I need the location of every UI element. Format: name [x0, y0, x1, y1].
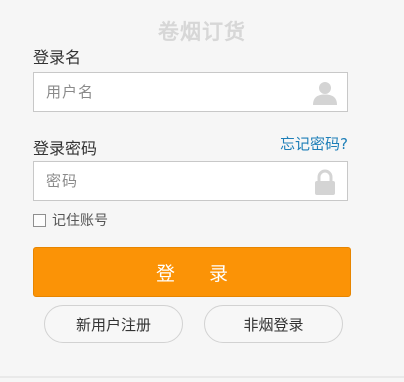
login-button[interactable]: 登 录 — [33, 247, 351, 297]
remember-account[interactable]: 记住账号 — [33, 210, 108, 230]
username-input[interactable] — [34, 73, 316, 111]
password-input[interactable] — [34, 162, 316, 200]
remember-checkbox[interactable] — [33, 213, 46, 227]
username-label: 登录名 — [33, 48, 82, 67]
register-button[interactable]: 新用户注册 — [44, 305, 183, 343]
non-tobacco-login-button[interactable]: 非烟登录 — [204, 305, 343, 343]
lock-icon — [315, 169, 335, 195]
user-icon — [313, 82, 337, 105]
password-label: 登录密码 — [33, 139, 98, 158]
login-panel: 卷烟订货 登录名 登录密码 忘记密码? 记住账号 登 录 新用户注册 非烟登录 — [0, 0, 404, 382]
password-field-box — [33, 161, 348, 201]
divider — [0, 376, 404, 378]
remember-label: 记住账号 — [52, 213, 108, 229]
forgot-password-link[interactable]: 忘记密码? — [280, 133, 348, 154]
page-title: 卷烟订货 — [158, 20, 246, 44]
username-field-box — [33, 72, 348, 112]
